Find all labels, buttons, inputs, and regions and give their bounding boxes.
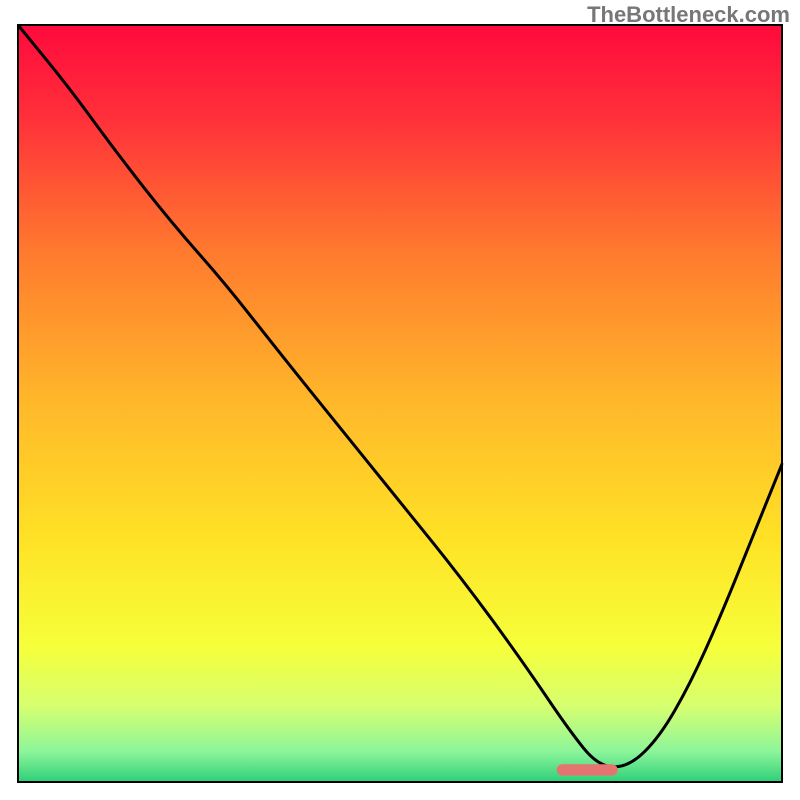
- optimal-marker: [557, 764, 618, 775]
- watermark-text: TheBottleneck.com: [587, 2, 790, 28]
- bottleneck-chart: [0, 0, 800, 800]
- plot-background: [18, 25, 782, 782]
